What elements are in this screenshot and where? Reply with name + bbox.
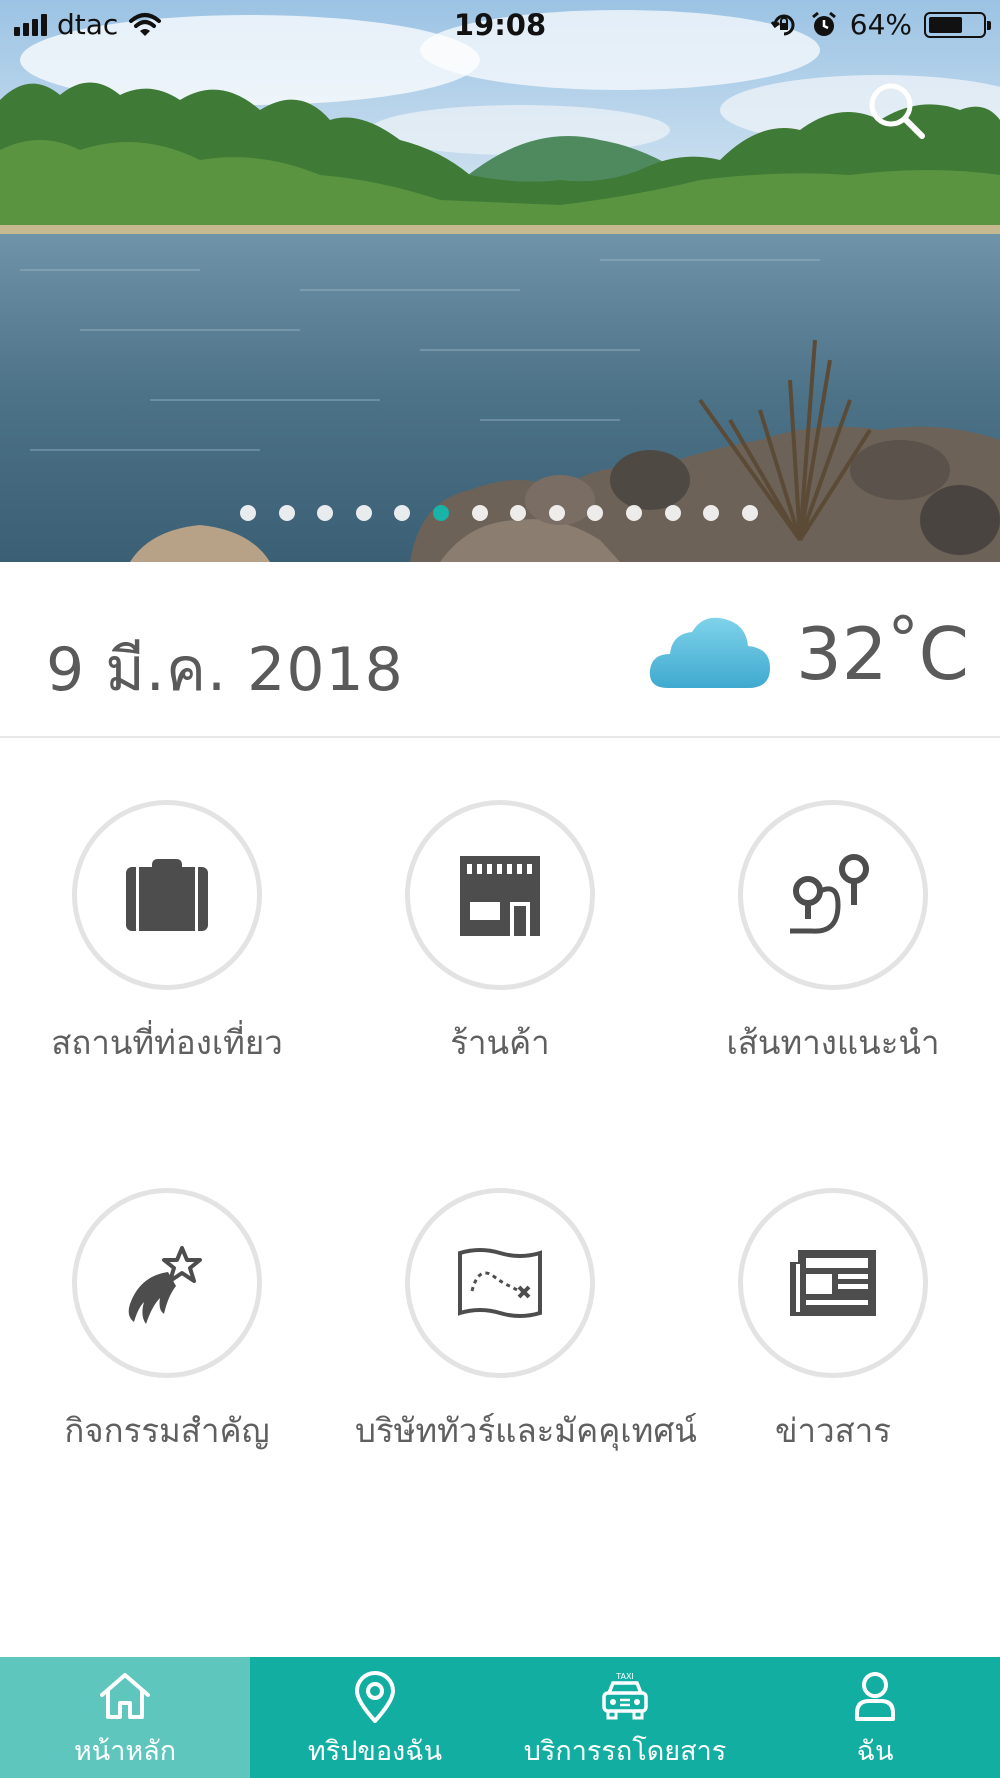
carousel-dot[interactable] [356,505,372,521]
carousel-dot[interactable] [433,505,449,521]
temperature: 32°C [796,603,969,696]
rotation-lock-icon [770,14,795,35]
route-icon [790,854,869,934]
menu-icon-circle [738,1188,928,1378]
current-date: 9 มี.ค. 2018 [46,635,404,705]
menu-icon-circle [738,800,928,990]
tab-label: หน้าหลัก [73,1736,177,1767]
menu-icon-circle [72,1188,262,1378]
shop-icon [460,856,540,936]
newspaper-icon [790,1250,876,1316]
carousel-dot[interactable] [317,505,333,521]
carousel-dot[interactable] [510,505,526,521]
battery-icon [924,11,991,38]
menu-icon-circle [405,1188,595,1378]
carousel-dot[interactable] [587,505,603,521]
taxi-sign: TAXI [615,1672,634,1681]
menu-label: บริษัททัวร์และมัคคุเทศน์ [355,1411,697,1450]
taxi-icon: TAXI [602,1672,648,1720]
location-pin-icon [355,1671,395,1723]
carousel-dot[interactable] [472,505,488,521]
home-icon [100,1673,150,1719]
treasure-map-icon [458,1248,542,1318]
menu-icon-circle [405,800,595,990]
menu-label: กิจกรรมสำคัญ [64,1411,270,1450]
carousel-dot[interactable] [549,505,565,521]
hero-banner[interactable]: dtac 19:08 64% [0,0,1000,562]
tab-me[interactable]: ฉัน [750,1657,1000,1778]
bottom-tab-bar: หน้าหลัก ทริปของฉัน TAXI บริการรถโดยสาร [0,1657,1000,1778]
menu-item-tour-companies[interactable]: บริษัททัวร์และมัคคุเทศน์ [355,1188,697,1457]
carousel-dot[interactable] [240,505,256,521]
carousel-indicator [0,505,1000,531]
status-bar: dtac 19:08 64% [0,0,1000,52]
temperature-unit: C [918,612,969,696]
tab-label: ทริปของฉัน [307,1736,443,1767]
menu-item-routes[interactable]: เส้นทางแนะนำ [688,800,978,1069]
menu-item-news[interactable]: ข่าวสาร [688,1188,978,1457]
user-icon [855,1672,895,1721]
tab-label: บริการรถโดยสาร [523,1736,727,1767]
search-icon [869,83,925,139]
menu-label: เส้นทางแนะนำ [726,1023,940,1062]
battery-percent: 64% [849,8,912,41]
menu-label: สถานที่ท่องเที่ยว [51,1023,283,1062]
suitcase-icon [126,859,208,931]
carousel-dot[interactable] [703,505,719,521]
tab-label: ฉัน [856,1736,894,1767]
degree-symbol: ° [887,603,919,676]
menu-item-events[interactable]: กิจกรรมสำคัญ [22,1188,312,1457]
menu-item-attractions[interactable]: สถานที่ท่องเที่ยว [22,800,312,1069]
shooting-star-icon [128,1246,202,1324]
menu-label: ข่าวสาร [774,1411,891,1450]
hero-photo [0,0,1000,562]
search-button[interactable] [866,80,928,142]
carousel-dot[interactable] [394,505,410,521]
carousel-dot[interactable] [665,505,681,521]
menu-icon-circle [72,800,262,990]
carousel-dot[interactable] [742,505,758,521]
tab-home[interactable]: หน้าหลัก [0,1657,250,1778]
date-weather-bar: 9 มี.ค. 2018 32°C [0,562,1000,738]
menu-label: ร้านค้า [450,1023,550,1062]
temperature-value: 32 [796,612,888,696]
menu-item-shops[interactable]: ร้านค้า [355,800,645,1069]
tab-my-trips[interactable]: ทริปของฉัน [250,1657,500,1778]
alarm-icon [811,11,836,36]
cloud-icon [649,617,770,688]
tab-transport[interactable]: TAXI บริการรถโดยสาร [500,1657,750,1778]
carousel-dot[interactable] [279,505,295,521]
carousel-dot[interactable] [626,505,642,521]
